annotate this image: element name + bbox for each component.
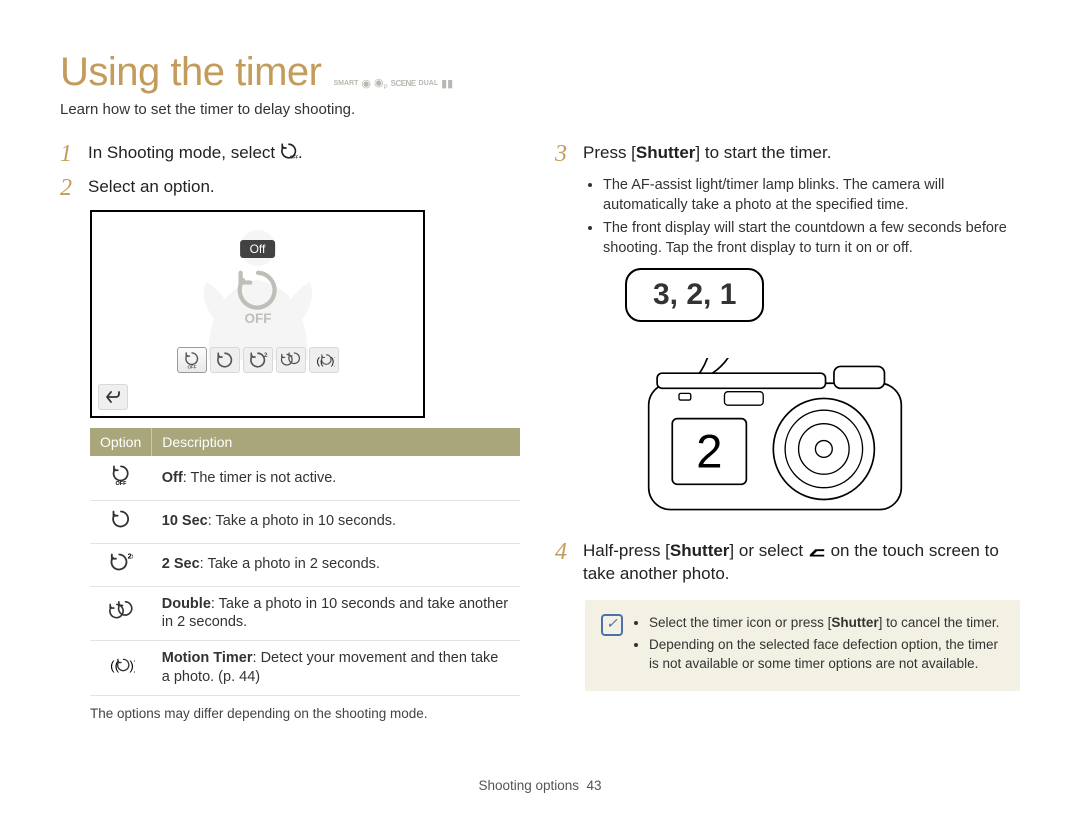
off-label: OFF [244, 311, 271, 325]
step-4: 4 Half-press [Shutter] or select on the … [555, 540, 1020, 586]
step-number: 3 [555, 142, 573, 166]
bullet: The AF-assist light/timer lamp blinks. T… [603, 176, 1020, 215]
option-2s-chip[interactable]: 2s [243, 347, 273, 373]
front-display-number: 2 [696, 425, 722, 478]
row-desc: Off: The timer is not active. [152, 456, 520, 500]
step-4-text: Half-press [Shutter] or select on the to… [583, 540, 1020, 586]
footer-section: Shooting options [478, 778, 579, 793]
option-double-chip[interactable] [276, 347, 306, 373]
options-table: Option Description OFF Off: The timer is… [90, 428, 520, 696]
row-desc: 10 Sec: Take a photo in 10 seconds. [152, 500, 520, 543]
table-row: 10 Sec: Take a photo in 10 seconds. [90, 500, 520, 543]
option-10s-chip[interactable] [210, 347, 240, 373]
svg-text:OFF: OFF [115, 481, 127, 486]
step-1-suffix: . [298, 143, 303, 162]
mode-icon-dual: DUAL [419, 80, 438, 87]
row-icon: 2s [90, 543, 152, 586]
mode-icon-smart: SMART [333, 80, 358, 87]
svg-text:OFF: OFF [290, 155, 298, 160]
info-item: Select the timer icon or press [Shutter]… [649, 614, 1004, 632]
title-row: Using the timer SMART ◉ ◉P SCENE DUAL ▮▮ [60, 50, 1020, 95]
option-strip: OFF 2s (()) [174, 344, 342, 376]
options-note: The options may differ depending on the … [90, 706, 525, 721]
row-icon [90, 586, 152, 641]
subtitle: Learn how to set the timer to delay shoo… [60, 101, 1020, 118]
step-2: 2 Select an option. [60, 176, 525, 200]
svg-text:)): )) [129, 658, 135, 673]
step-number: 4 [555, 540, 573, 586]
mode-icon-camera-p: ◉P [374, 76, 388, 91]
table-row: 2s 2 Sec: Take a photo in 2 seconds. [90, 543, 520, 586]
step-number: 1 [60, 142, 78, 166]
step-3: 3 Press [Shutter] to start the timer. [555, 142, 1020, 166]
svg-text:2s: 2s [128, 552, 133, 561]
right-column: 3 Press [Shutter] to start the timer. Th… [555, 136, 1020, 721]
row-icon [90, 500, 152, 543]
table-row: OFF Off: The timer is not active. [90, 456, 520, 500]
svg-text:)): )) [330, 356, 334, 368]
page-title: Using the timer [60, 50, 321, 95]
page-footer: Shooting options 43 [0, 778, 1080, 793]
row-icon: OFF [90, 456, 152, 500]
step-1-text: In Shooting mode, select OFF . [88, 142, 525, 166]
row-desc: Motion Timer: Detect your movement and t… [152, 641, 520, 696]
row-icon: (()) [90, 641, 152, 696]
info-icon: ✓ [601, 614, 623, 636]
svg-text:2s: 2s [264, 353, 268, 359]
info-box: ✓ Select the timer icon or press [Shutte… [585, 600, 1020, 691]
row-desc: Double: Take a photo in 10 seconds and t… [152, 586, 520, 641]
step-2-text: Select an option. [88, 176, 525, 200]
footer-page-number: 43 [587, 778, 602, 793]
table-row: (()) Motion Timer: Detect your movement … [90, 641, 520, 696]
step-3-bullets: The AF-assist light/timer lamp blinks. T… [585, 176, 1020, 258]
back-arrow-icon [808, 543, 826, 561]
option-off-chip[interactable]: OFF [177, 347, 207, 373]
step-3-text: Press [Shutter] to start the timer. [583, 142, 1020, 166]
step-1: 1 In Shooting mode, select OFF . [60, 142, 525, 166]
mode-icon-camera: ◉ [361, 77, 371, 90]
mode-icon-video: ▮▮ [441, 77, 453, 90]
countdown-bubble: 3, 2, 1 [625, 268, 764, 322]
left-column: 1 In Shooting mode, select OFF . 2 Selec… [60, 136, 525, 721]
screen-illustration: Off OFF OFF 2s (()) [90, 210, 425, 418]
mode-icon-scene: SCENE [391, 79, 416, 88]
th-description: Description [152, 428, 520, 456]
th-option: Option [90, 428, 152, 456]
page-root: Using the timer SMART ◉ ◉P SCENE DUAL ▮▮… [0, 0, 1080, 761]
info-list: Select the timer icon or press [Shutter]… [649, 614, 1004, 677]
step-1-prefix: In Shooting mode, select [88, 143, 280, 162]
timer-off-icon: OFF [280, 142, 298, 160]
off-badge: Off [240, 240, 276, 258]
mode-icons: SMART ◉ ◉P SCENE DUAL ▮▮ [333, 76, 453, 91]
camera-illustration: 3, 2, 1 [585, 268, 965, 528]
table-row: Double: Take a photo in 10 seconds and t… [90, 586, 520, 641]
option-motion-chip[interactable]: (()) [309, 347, 339, 373]
back-button[interactable] [98, 384, 128, 410]
row-desc: 2 Sec: Take a photo in 2 seconds. [152, 543, 520, 586]
bullet: The front display will start the countdo… [603, 219, 1020, 258]
step-number: 2 [60, 176, 78, 200]
info-item: Depending on the selected face defection… [649, 636, 1004, 672]
camera-line-art: 2 [615, 358, 935, 518]
svg-text:OFF: OFF [187, 364, 196, 369]
selected-option-large-icon: OFF [229, 267, 287, 330]
